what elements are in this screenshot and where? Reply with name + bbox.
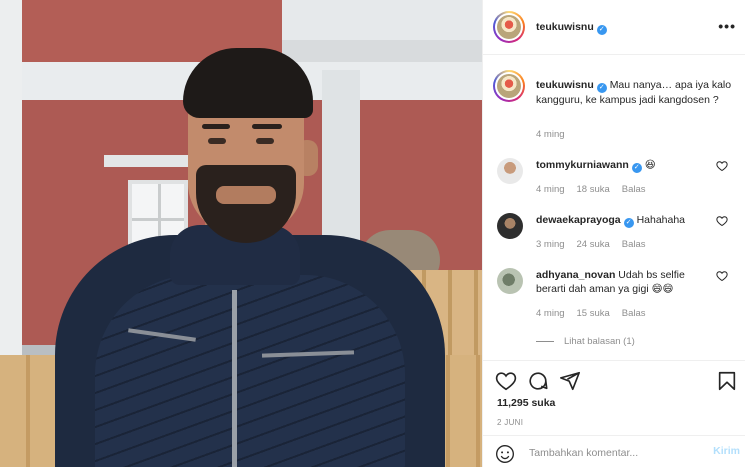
- author-username[interactable]: teukuwisnu ✓: [536, 21, 607, 35]
- post-side-panel: teukuwisnu ✓ ••• teukuwisnu ✓ Mau nanya… a…: [482, 0, 745, 467]
- comment-text: dewaekaprayoga ✓ Hahahaha: [536, 213, 711, 228]
- eye-right: [256, 138, 274, 144]
- comment-time: 3 ming: [536, 239, 565, 250]
- view-replies-button[interactable]: Lihat balasan (1): [536, 336, 635, 347]
- commenter-username[interactable]: tommykurniawann: [536, 159, 629, 171]
- add-comment-form: Kirim: [483, 435, 745, 467]
- comment-input[interactable]: [529, 443, 689, 463]
- heart-icon[interactable]: [495, 370, 517, 392]
- post-actions: 11,295 suka 2 JUNI Kirim: [483, 360, 745, 467]
- eye-left: [208, 138, 226, 144]
- comment-text: adhyana_novan Udah bs selfie berarti dah…: [536, 268, 711, 296]
- verified-badge-icon: ✓: [623, 218, 634, 228]
- comment-body: 😆: [644, 159, 656, 171]
- comment-meta: 3 ming 24 suka Balas: [536, 239, 658, 250]
- comment-likes[interactable]: 15 suka: [577, 308, 610, 319]
- eyebrow-right: [252, 124, 282, 129]
- view-replies-label[interactable]: Lihat balasan (1): [564, 336, 635, 347]
- verified-badge-icon: ✓: [631, 163, 642, 173]
- comment-like-heart-icon[interactable]: [716, 160, 728, 172]
- avatar-ring: [495, 13, 523, 41]
- comment-meta: 4 ming 18 suka Balas: [536, 184, 658, 195]
- comment-likes[interactable]: 18 suka: [577, 184, 610, 195]
- more-options-icon[interactable]: •••: [718, 18, 736, 34]
- post-date: 2 JUNI: [497, 418, 524, 427]
- comment-likes[interactable]: 24 suka: [577, 239, 610, 250]
- commenter-avatar[interactable]: [497, 213, 523, 239]
- commenter-avatar[interactable]: [497, 268, 523, 294]
- share-icon[interactable]: [559, 370, 581, 392]
- comment-like-heart-icon[interactable]: [716, 270, 728, 282]
- mouth-area: [216, 186, 276, 204]
- caption-username[interactable]: teukuwisnu: [536, 79, 594, 91]
- commenter-username[interactable]: adhyana_novan: [536, 269, 615, 281]
- comment-body: Hahahaha: [636, 214, 686, 226]
- reply-button[interactable]: Balas: [622, 308, 646, 319]
- likes-count[interactable]: 11,295 suka: [497, 397, 555, 409]
- building-upper: [282, 0, 482, 40]
- post-header: teukuwisnu ✓ •••: [483, 0, 745, 55]
- caption-time: 4 ming: [536, 129, 577, 140]
- reply-button[interactable]: Balas: [622, 184, 646, 195]
- comment-time: 4 ming: [536, 308, 565, 319]
- caption-time-text: 4 ming: [536, 129, 565, 140]
- comment-like-heart-icon[interactable]: [716, 215, 728, 227]
- instagram-post: teukuwisnu ✓ ••• teukuwisnu ✓ Mau nanya… a…: [0, 0, 745, 467]
- comment-text: tommykurniawann ✓ 😆: [536, 158, 711, 173]
- jacket-zipper: [232, 290, 237, 467]
- author-avatar[interactable]: [493, 11, 525, 43]
- window-sill: [104, 155, 200, 167]
- comment-icon[interactable]: [527, 370, 549, 392]
- jacket-quilting: [95, 275, 405, 467]
- post-photo[interactable]: [0, 0, 482, 467]
- bookmark-icon[interactable]: [716, 370, 738, 392]
- replies-line: [536, 341, 554, 342]
- commenter-avatar[interactable]: [497, 158, 523, 184]
- post-comment-button[interactable]: Kirim: [713, 445, 740, 457]
- comment-time: 4 ming: [536, 184, 565, 195]
- caption-text: teukuwisnu ✓ Mau nanya… apa iya kalo kang…: [536, 78, 736, 108]
- comment-meta: 4 ming 15 suka Balas: [536, 308, 658, 319]
- verified-badge-icon: ✓: [596, 25, 607, 35]
- avatar-image: [497, 15, 521, 39]
- caption-author-avatar[interactable]: [493, 70, 525, 102]
- author-username-text[interactable]: teukuwisnu: [536, 21, 594, 33]
- avatar-ring: [495, 72, 523, 100]
- commenter-username[interactable]: dewaekaprayoga: [536, 214, 621, 226]
- verified-badge-icon: ✓: [596, 83, 607, 93]
- reply-button[interactable]: Balas: [622, 239, 646, 250]
- emoji-icon[interactable]: [495, 444, 515, 464]
- eyebrow-left: [202, 124, 230, 129]
- avatar-image: [497, 74, 521, 98]
